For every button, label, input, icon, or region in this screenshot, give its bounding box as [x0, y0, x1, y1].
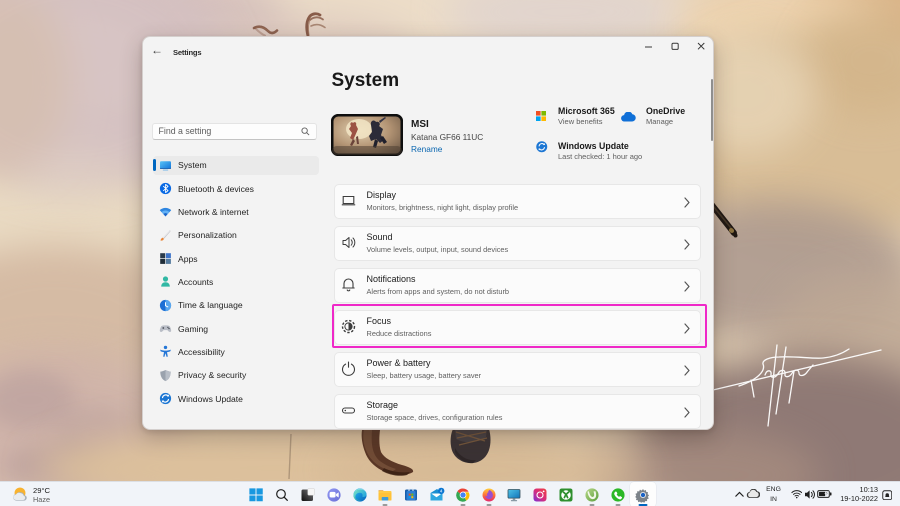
- svg-text:4: 4: [440, 488, 443, 493]
